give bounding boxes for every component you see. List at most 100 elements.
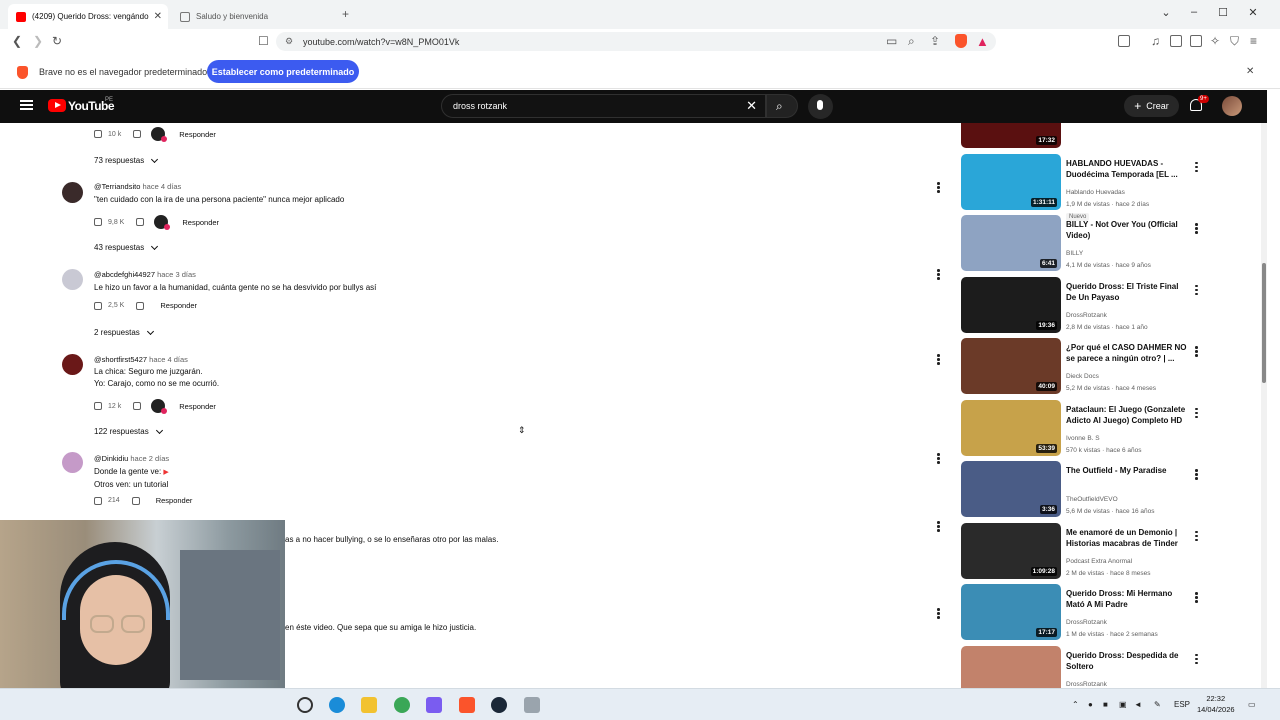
channel-name[interactable]: TheOutfieldVEVO: [1066, 496, 1118, 503]
replies-toggle[interactable]: 43 respuestas: [94, 242, 159, 252]
network-icon[interactable]: ▣: [1119, 700, 1127, 709]
video-menu-icon[interactable]: [1195, 284, 1198, 297]
like-icon[interactable]: [94, 130, 102, 138]
pen-icon[interactable]: ✎: [1154, 700, 1161, 709]
video-thumbnail[interactable]: 1:09:28: [961, 522, 1061, 579]
avatar[interactable]: [62, 452, 83, 473]
related-video-item[interactable]: 17:17 Querido Dross: Mi Hermano Mató A Mi…: [960, 584, 1260, 642]
related-video-item[interactable]: 1:09:28 Me enamoré de un Demonio | Histor…: [960, 522, 1260, 581]
comment-author[interactable]: @Terriandsito: [94, 182, 140, 191]
like-icon[interactable]: [94, 496, 102, 505]
channel-name[interactable]: Ivonne B. S: [1066, 435, 1100, 442]
like-icon[interactable]: [94, 218, 102, 226]
video-thumbnail[interactable]: 17:32: [961, 123, 1061, 148]
video-menu-icon[interactable]: [1195, 161, 1198, 174]
dislike-icon[interactable]: [136, 218, 145, 226]
channel-name[interactable]: Hablando Huevadas: [1066, 189, 1125, 196]
video-menu-icon[interactable]: [1195, 592, 1198, 604]
chrome-icon[interactable]: [394, 697, 410, 713]
reply-button[interactable]: Responder: [156, 496, 193, 505]
clear-search-icon[interactable]: ✕: [746, 98, 757, 114]
video-thumbnail[interactable]: 17:17: [961, 584, 1061, 640]
set-default-button[interactable]: Establecer como predeterminado: [207, 60, 359, 83]
tab-welcome[interactable]: Saludo y bienvenida: [172, 4, 332, 29]
search-button[interactable]: ⌕: [766, 94, 798, 118]
channel-name[interactable]: DrossRotzank: [1066, 619, 1107, 626]
vpn-icon[interactable]: ⛉: [1230, 34, 1239, 49]
infobar-close-icon[interactable]: ✕: [1246, 66, 1254, 77]
related-video-item[interactable]: 17:32455 k vistas · hace 9 meses: [960, 123, 1260, 150]
video-title[interactable]: The Outfield - My Paradise: [1066, 465, 1190, 476]
reply-button[interactable]: Responder: [160, 301, 197, 310]
comment-menu-icon[interactable]: [937, 182, 940, 194]
replies-toggle[interactable]: 73 respuestas: [94, 155, 159, 165]
share-icon[interactable]: ⇪: [930, 34, 940, 48]
search-input[interactable]: dross rotzank ✕: [441, 94, 766, 118]
related-video-item[interactable]: 53:39 Pataclaun: El Juego (Gonzalete Adic…: [960, 399, 1260, 458]
comment-time[interactable]: hace 4 días: [142, 182, 181, 191]
related-video-item[interactable]: 1:31:11 HABLANDO HUEVADAS - Duodécima Tem…: [960, 153, 1260, 221]
reply-button[interactable]: Responder: [182, 218, 219, 227]
youtube-logo-icon[interactable]: [48, 99, 66, 112]
obs-icon[interactable]: [297, 697, 313, 713]
microphone-tray-icon[interactable]: ●: [1088, 700, 1093, 709]
brave-shields-icon[interactable]: [955, 34, 967, 48]
video-thumbnail[interactable]: 6:41: [961, 215, 1061, 271]
video-thumbnail[interactable]: [961, 645, 1061, 688]
video-title[interactable]: Querido Dross: El Triste Final De Un Pay…: [1066, 281, 1190, 303]
video-menu-icon[interactable]: [1195, 407, 1198, 420]
video-thumbnail[interactable]: 40:09: [961, 338, 1061, 394]
video-menu-icon[interactable]: [1195, 469, 1198, 481]
video-title[interactable]: HABLANDO HUEVADAS - Duodécima Temporada …: [1066, 158, 1190, 180]
notification-center-icon[interactable]: ▭: [1248, 700, 1256, 709]
video-thumbnail[interactable]: 3:36: [961, 461, 1061, 517]
like-icon[interactable]: [94, 402, 102, 410]
window-close-icon[interactable]: ✕: [1243, 6, 1263, 19]
tab-list-icon[interactable]: ⌄: [1156, 6, 1176, 19]
dislike-icon[interactable]: [133, 402, 142, 410]
site-info-icon[interactable]: ⚙: [285, 36, 293, 47]
edge-icon[interactable]: [329, 697, 345, 713]
sidebar-toggle-icon[interactable]: [1118, 35, 1130, 47]
voice-search-button[interactable]: [808, 94, 833, 119]
channel-name[interactable]: DrossRotzank: [1066, 681, 1107, 688]
dislike-icon[interactable]: [131, 496, 140, 505]
comment-time[interactable]: hace 3 días: [157, 270, 196, 279]
related-video-item[interactable]: Querido Dross: Despedida de Soltero Dross…: [960, 645, 1260, 688]
maximize-icon[interactable]: ☐: [1213, 6, 1233, 19]
video-title[interactable]: Pataclaun: El Juego (Gonzalete Adicto Al…: [1066, 404, 1190, 426]
video-menu-icon[interactable]: [1195, 346, 1198, 358]
related-video-item[interactable]: 40:09 ¿Por qué el CASO DAHMER NO se parec…: [960, 338, 1260, 396]
video-thumbnail[interactable]: 53:39: [961, 399, 1061, 456]
page-scrollbar[interactable]: [1261, 123, 1267, 688]
steam-icon[interactable]: [491, 697, 507, 713]
channel-name[interactable]: DrossRotzank: [1066, 312, 1107, 319]
video-title[interactable]: Querido Dross: Despedida de Soltero: [1066, 650, 1190, 672]
dislike-icon[interactable]: [133, 130, 142, 138]
reply-button[interactable]: Responder: [179, 130, 216, 139]
video-menu-icon[interactable]: [1195, 223, 1198, 235]
related-video-item[interactable]: 3:36 The Outfield - My Paradise TheOutfiel…: [960, 461, 1260, 519]
comment-menu-icon[interactable]: [937, 608, 940, 620]
screenshot-icon[interactable]: ▭: [886, 34, 897, 48]
leo-ai-icon[interactable]: ✧: [1210, 34, 1220, 48]
video-title[interactable]: Me enamoré de un Demonio | Historias mac…: [1066, 527, 1190, 549]
reading-list-icon[interactable]: [1170, 35, 1182, 47]
video-menu-icon[interactable]: [1195, 653, 1198, 666]
like-icon[interactable]: [94, 301, 102, 310]
comment-menu-icon[interactable]: [937, 354, 940, 366]
app-icon[interactable]: [426, 697, 442, 713]
comment-author[interactable]: @shortfirst5427: [94, 355, 147, 364]
reload-icon[interactable]: ↻: [52, 34, 62, 48]
tab-close-icon[interactable]: ✕: [154, 11, 162, 22]
tray-app-icon[interactable]: ■: [1103, 700, 1108, 709]
related-video-item[interactable]: 6:41 BILLY - Not Over You (Official Video…: [960, 215, 1260, 273]
music-icon[interactable]: ♫: [1151, 34, 1160, 48]
channel-name[interactable]: BILLY: [1066, 250, 1083, 257]
brave-icon[interactable]: [459, 697, 475, 713]
dislike-icon[interactable]: [136, 301, 145, 310]
wallet-icon[interactable]: [1190, 35, 1202, 47]
channel-name[interactable]: Podcast Extra Anormal: [1066, 558, 1132, 565]
forward-icon[interactable]: ❯: [33, 34, 43, 48]
zoom-icon[interactable]: ⌕: [908, 34, 915, 49]
